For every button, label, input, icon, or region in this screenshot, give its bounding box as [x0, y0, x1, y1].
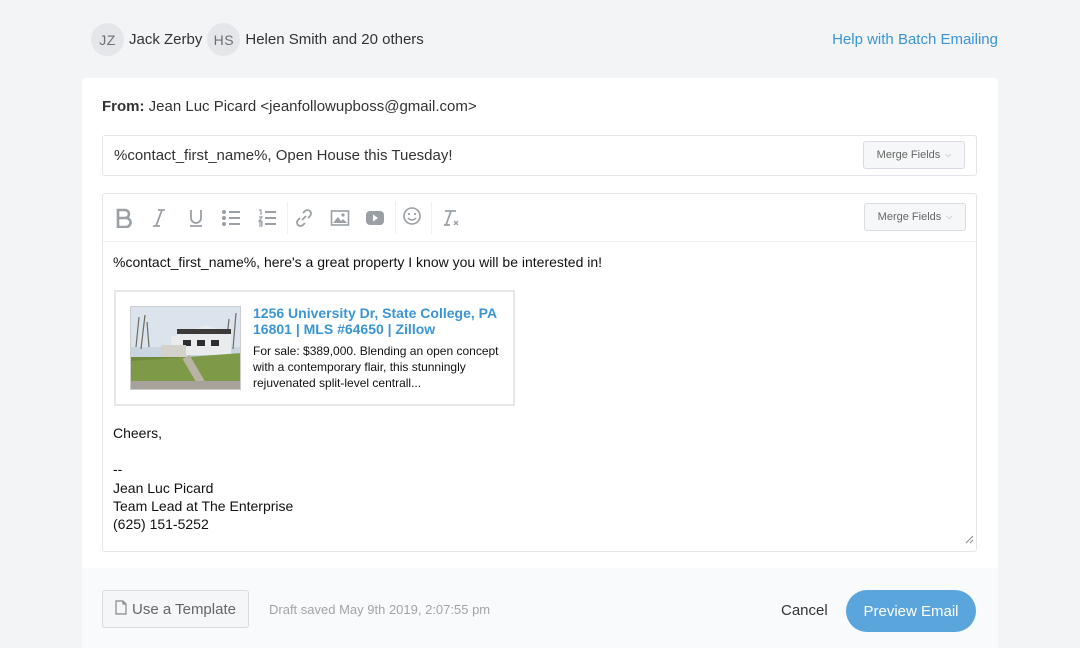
use-template-button[interactable]: Use a Template — [102, 590, 249, 628]
recipients-list: JZ Jack Zerby HS Helen Smith and 20 othe… — [91, 23, 424, 56]
help-batch-emailing-link[interactable]: Help with Batch Emailing — [832, 31, 998, 48]
recipient-name: Jack Zerby — [129, 31, 203, 48]
clear-format-icon[interactable] — [437, 206, 463, 230]
link-icon[interactable] — [291, 206, 317, 230]
merge-fields-label: Merge Fields — [877, 211, 942, 223]
bullet-list-icon[interactable] — [218, 206, 244, 230]
email-signoff: Cheers, — [113, 425, 163, 441]
use-template-label: Use a Template — [132, 600, 236, 618]
email-body-editor[interactable]: Merge Fields ⌵ %contact_first_name%, her… — [102, 193, 977, 552]
numbered-list-icon[interactable] — [254, 206, 280, 230]
from-label: From: — [102, 98, 145, 115]
subject-field[interactable]: %contact_first_name%, Open House this Tu… — [102, 135, 977, 176]
listing-description: For sale: $389,000. Blending an open con… — [253, 344, 499, 390]
from-value: Jean Luc Picard <jeanfollowupboss@gmail.… — [148, 98, 477, 115]
avatar[interactable]: JZ — [91, 23, 124, 56]
email-greeting: %contact_first_name%, here's a great pro… — [113, 254, 603, 270]
editor-toolbar: Merge Fields ⌵ — [103, 194, 976, 242]
compose-card: From: Jean Luc Picard <jeanfollowupboss@… — [82, 78, 998, 648]
merge-fields-label: Merge Fields — [876, 149, 941, 161]
subject-input[interactable]: %contact_first_name%, Open House this Tu… — [114, 147, 453, 164]
underline-icon[interactable] — [183, 206, 209, 230]
recipient-name: Helen Smith — [245, 31, 328, 48]
from-line: From: Jean Luc Picard <jeanfollowupboss@… — [102, 98, 477, 115]
signature-separator: -- — [113, 461, 123, 477]
chevron-down-icon: ⌵ — [945, 150, 952, 159]
toolbar-divider — [287, 202, 288, 234]
avatar[interactable]: HS — [207, 23, 241, 56]
listing-title-link[interactable]: 1256 University Dr, State College, PA 16… — [253, 305, 508, 337]
image-icon[interactable] — [327, 206, 353, 230]
more-recipients-text[interactable]: and 20 others — [332, 31, 424, 48]
signature-name: Jean Luc Picard — [113, 480, 214, 496]
toolbar-divider — [395, 202, 396, 234]
chevron-down-icon: ⌵ — [946, 212, 953, 221]
draft-saved-status: Draft saved May 9th 2019, 2:07:55 pm — [269, 602, 491, 617]
compose-footer: Use a Template Draft saved May 9th 2019,… — [82, 568, 998, 648]
toolbar-divider — [431, 202, 432, 234]
signature-title: Team Lead at The Enterprise — [113, 498, 294, 514]
listing-preview-card[interactable]: 1256 University Dr, State College, PA 16… — [114, 290, 515, 406]
cancel-button[interactable]: Cancel — [781, 602, 828, 619]
bold-icon[interactable] — [111, 206, 137, 230]
emoji-icon[interactable] — [399, 204, 425, 228]
signature-phone: (625) 151-5252 — [113, 516, 209, 532]
resize-handle-icon[interactable] — [965, 531, 974, 549]
document-icon — [115, 599, 127, 619]
listing-house-image — [130, 306, 241, 390]
italic-icon[interactable] — [146, 206, 172, 230]
preview-email-button[interactable]: Preview Email — [846, 590, 976, 632]
video-icon[interactable] — [362, 206, 388, 230]
subject-merge-fields-button[interactable]: Merge Fields ⌵ — [863, 141, 965, 169]
body-merge-fields-button[interactable]: Merge Fields ⌵ — [864, 203, 966, 231]
